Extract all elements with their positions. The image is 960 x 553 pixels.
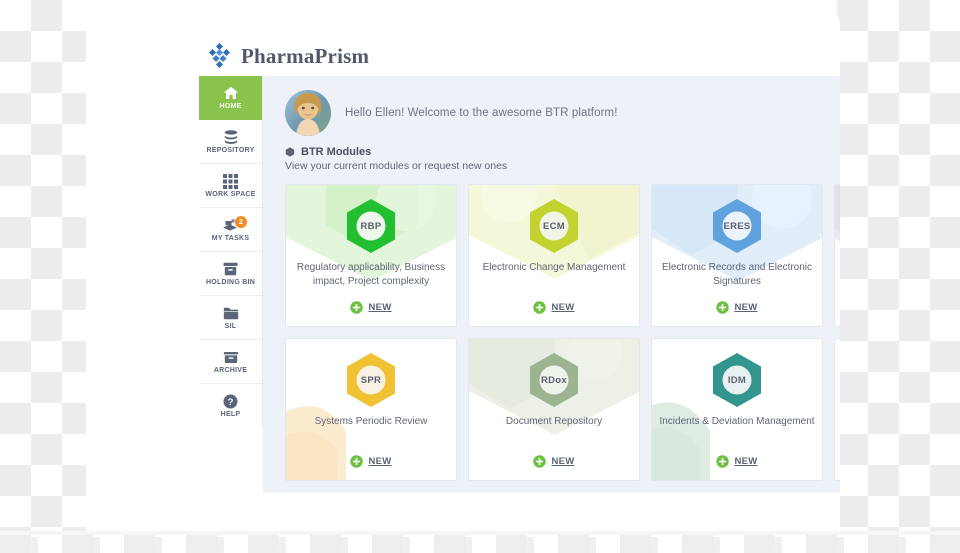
folder-icon (223, 305, 239, 321)
module-title: Document Repository (505, 416, 603, 427)
sidebar-item-label: WORK SPACE (205, 191, 256, 198)
new-label: NEW (368, 302, 392, 313)
section-title: BTR Modules (301, 146, 372, 158)
new-module-button-rqlx[interactable]: NEW (835, 455, 840, 468)
module-hex-spr: SPR (344, 351, 398, 409)
new-module-button-ecm[interactable]: NEW (469, 301, 639, 314)
sidebar-item-label: REPOSITORY (206, 147, 255, 154)
new-module-button-eres[interactable]: NEW (652, 301, 822, 314)
grid-icon (223, 173, 238, 189)
module-code: RDox (540, 374, 567, 386)
plus-circle-icon (350, 301, 364, 314)
avatar (285, 90, 331, 136)
plus-circle-icon (350, 455, 364, 468)
new-label: NEW (551, 302, 575, 313)
section-header: BTR Modules View your current modules or… (263, 136, 840, 172)
module-card-eres[interactable]: ERES Electronic Records and Electronic S… (651, 184, 823, 327)
module-card-rlm[interactable]: RLM Requirements Lifecycle Management NE… (834, 184, 840, 327)
my-tasks-badge: 2 (235, 216, 247, 228)
module-card-grid: RBP Regulatory applicability, Business i… (285, 184, 840, 481)
page-bottom-shadow-strip (0, 537, 960, 553)
sidebar-item-help[interactable]: ? HELP (199, 384, 262, 427)
app-page-sheet: PharmaPrism HOME REPOSITORY WORK SPACE 2… (86, 0, 840, 531)
module-card-idm[interactable]: IDM Incidents & Deviation Management NEW (651, 338, 823, 481)
module-card-ecm[interactable]: ECM Electronic Change Management NEW (468, 184, 640, 327)
module-hex-idm: IDM (710, 351, 764, 409)
sidebar-item-home[interactable]: HOME (199, 76, 262, 120)
page-bottom-edge (0, 531, 960, 535)
archive-icon (223, 349, 239, 365)
sidebar-item-archive[interactable]: ARCHIVE (199, 340, 262, 384)
plus-circle-icon (533, 301, 547, 314)
new-label: NEW (734, 456, 758, 467)
new-label: NEW (551, 456, 575, 467)
module-title: Electronic Records and Electronic Signat… (661, 262, 813, 287)
module-title: Incidents & Deviation Management (659, 416, 815, 427)
section-subtitle: View your current modules or request new… (285, 160, 508, 172)
box-icon (223, 261, 238, 277)
main-content: Hello Ellen! Welcome to the awesome BTR … (263, 76, 840, 493)
module-code: ERES (723, 220, 751, 232)
module-card-spr[interactable]: SPR Systems Periodic Review NEW (285, 338, 457, 481)
new-module-button-rdox[interactable]: NEW (469, 455, 639, 468)
new-label: NEW (734, 302, 758, 313)
sidebar-item-label: HELP (220, 411, 241, 418)
module-code: RBP (360, 220, 382, 232)
module-card-rdox[interactable]: RDox Document Repository NEW (468, 338, 640, 481)
sidebar-nav: HOME REPOSITORY WORK SPACE 2 MY TASKS HO… (199, 76, 263, 427)
sidebar-item-repository[interactable]: REPOSITORY (199, 120, 262, 164)
module-code: SPR (360, 374, 382, 386)
section-title-row: BTR Modules (285, 146, 840, 158)
sidebar-item-label: ARCHIVE (213, 367, 248, 374)
database-icon (223, 129, 239, 145)
help-circle-icon: ? (223, 393, 238, 409)
home-icon (223, 85, 239, 101)
sidebar-item-label: MY TASKS (211, 235, 250, 242)
new-module-button-idm[interactable]: NEW (652, 455, 822, 468)
module-hex-rdox: RDox (527, 351, 581, 409)
sidebar-item-work-space[interactable]: WORK SPACE (199, 164, 262, 208)
module-code: ECM (542, 220, 565, 232)
plus-circle-icon (533, 455, 547, 468)
greeting-bar: Hello Ellen! Welcome to the awesome BTR … (263, 76, 840, 136)
plus-circle-icon (716, 455, 730, 468)
module-hex-rbp: RBP (344, 197, 398, 255)
module-hex-eres: ERES (710, 197, 764, 255)
new-module-button-spr[interactable]: NEW (286, 455, 456, 468)
svg-text:?: ? (228, 397, 234, 408)
sidebar-item-label: SIL (224, 323, 237, 330)
module-title: Systems Periodic Review (314, 416, 428, 427)
hexagon-bullet-icon (285, 147, 295, 157)
module-title: Regulatory applicability, Business impac… (296, 262, 446, 287)
greeting-text: Hello Ellen! Welcome to the awesome BTR … (345, 107, 618, 119)
module-code: IDM (727, 374, 747, 386)
sidebar-item-holding-bin[interactable]: HOLDING BIN (199, 252, 262, 296)
module-card-rbp[interactable]: RBP Regulatory applicability, Business i… (285, 184, 457, 327)
new-module-button-rbp[interactable]: NEW (286, 301, 456, 314)
new-label: NEW (368, 456, 392, 467)
sidebar-item-sil[interactable]: SIL (199, 296, 262, 340)
module-title: Electronic Change Management (482, 262, 626, 273)
sidebar-item-label: HOME (219, 103, 242, 110)
brand-name: PharmaPrism (241, 43, 370, 68)
module-hex-ecm: ECM (527, 197, 581, 255)
sidebar-item-my-tasks[interactable]: 2 MY TASKS (199, 208, 262, 252)
new-module-button-rlm[interactable]: NEW (835, 301, 840, 314)
diamond-cluster-logo-icon (206, 42, 232, 69)
module-card-rqlx[interactable]: RQLx Res_Q Analytics NEW (834, 338, 840, 481)
brand-logo[interactable]: PharmaPrism (206, 42, 370, 69)
sidebar-item-label: HOLDING BIN (205, 279, 256, 286)
plus-circle-icon (716, 301, 730, 314)
